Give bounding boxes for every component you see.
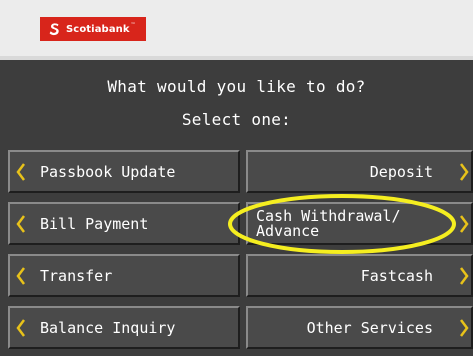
- brand-logo: Scotiabank ™: [40, 17, 146, 41]
- chevron-left-icon: [16, 214, 25, 233]
- deposit-button[interactable]: Deposit: [246, 150, 473, 193]
- brand-name: Scotiabank: [66, 23, 130, 35]
- chevron-right-icon: [460, 214, 469, 233]
- atm-screen: Scotiabank ™ What would you like to do? …: [0, 0, 473, 356]
- bill-payment-button[interactable]: Bill Payment: [8, 202, 240, 245]
- chevron-right-icon: [460, 266, 469, 285]
- chevron-left-icon: [16, 266, 25, 285]
- other-services-button[interactable]: Other Services: [246, 306, 473, 349]
- other-services-label: Other Services: [306, 318, 433, 337]
- chevron-right-icon: [460, 318, 469, 337]
- transfer-button[interactable]: Transfer: [8, 254, 240, 297]
- chevron-right-icon: [460, 162, 469, 181]
- bill-payment-label: Bill Payment: [40, 214, 149, 233]
- prompt-title: What would you like to do?: [107, 77, 366, 96]
- chevron-left-icon: [16, 318, 25, 337]
- balance-inquiry-button[interactable]: Balance Inquiry: [8, 306, 240, 349]
- scotiabank-logo-icon: [49, 23, 59, 36]
- brand-trademark: ™: [130, 22, 136, 28]
- cash-withdrawal-label: Cash Withdrawal/ Advance: [256, 204, 401, 243]
- header-bar: Scotiabank ™: [0, 0, 473, 60]
- fastcash-button[interactable]: Fastcash: [246, 254, 473, 297]
- transfer-label: Transfer: [40, 266, 113, 285]
- balance-inquiry-label: Balance Inquiry: [40, 318, 176, 337]
- passbook-update-label: Passbook Update: [40, 162, 176, 181]
- passbook-update-button[interactable]: Passbook Update: [8, 150, 240, 193]
- cash-withdrawal-button[interactable]: Cash Withdrawal/ Advance: [246, 202, 473, 245]
- deposit-label: Deposit: [369, 162, 433, 181]
- fastcash-label: Fastcash: [360, 266, 433, 285]
- prompt-subtitle: Select one:: [181, 110, 292, 129]
- cash-withdrawal-label-line2: Advance: [256, 221, 320, 240]
- chevron-left-icon: [16, 162, 25, 181]
